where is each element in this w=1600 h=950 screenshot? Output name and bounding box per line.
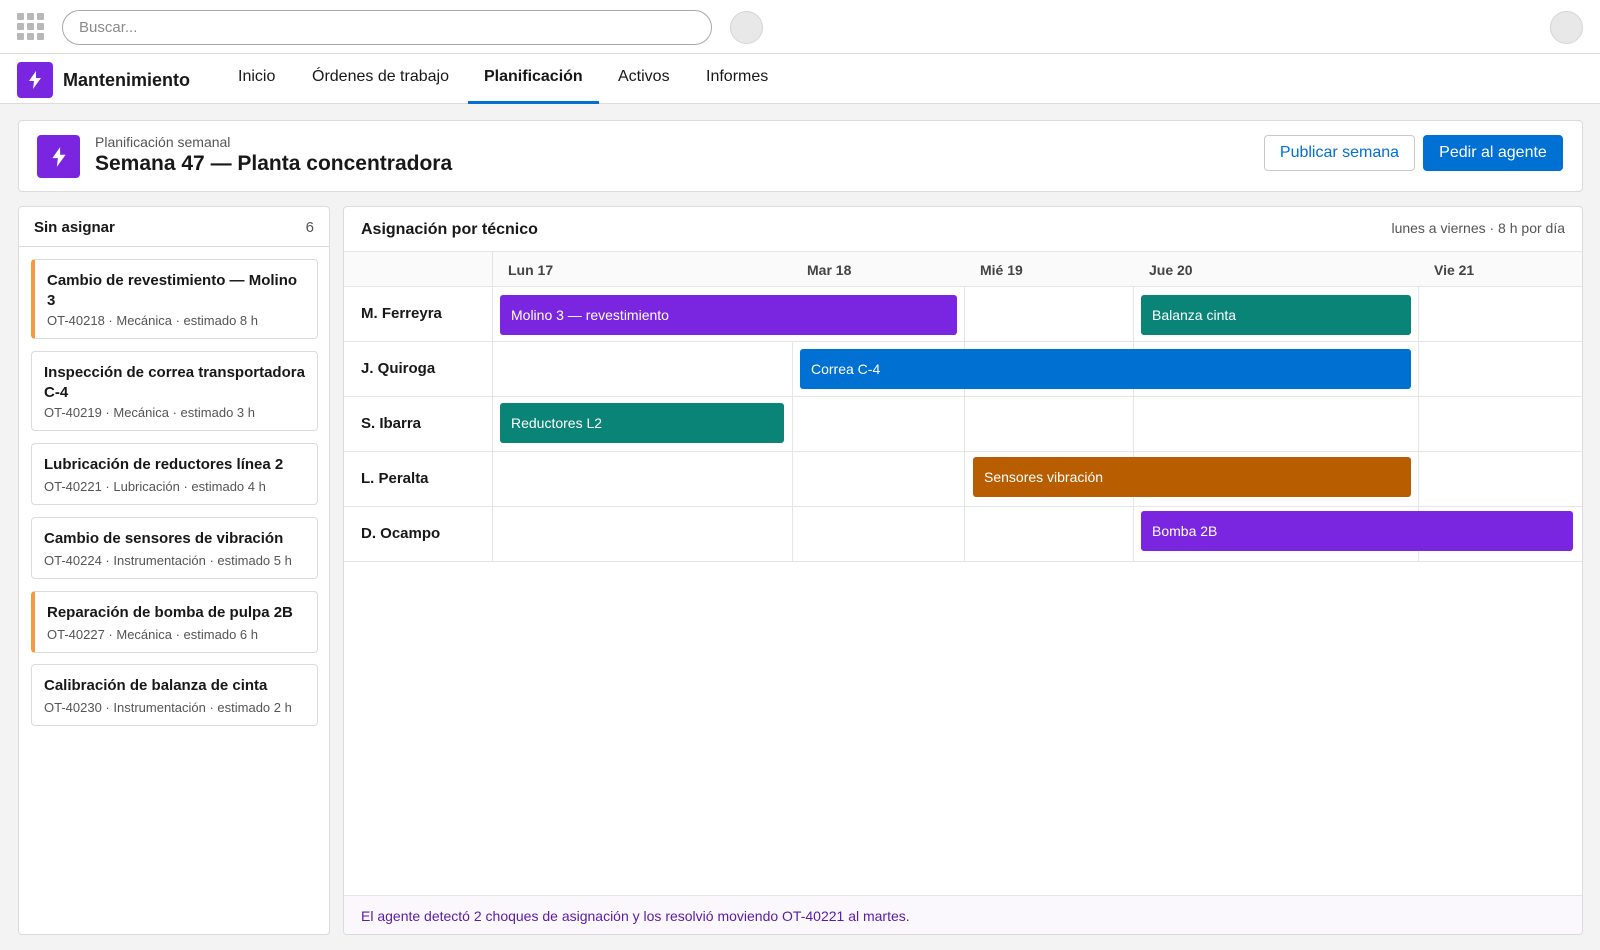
assignment-bar[interactable]: Bomba 2B	[1141, 511, 1573, 551]
unassigned-panel: Sin asignar 6 Cambio de revestimiento — …	[18, 206, 330, 935]
unassigned-header: Sin asignar 6	[19, 207, 329, 247]
work-order-card[interactable]: Lubricación de reductores línea 2 OT-402…	[31, 443, 318, 505]
schedule-title: Asignación por técnico	[361, 221, 538, 238]
technician-name: L. Peralta	[361, 470, 429, 487]
schedule-note: lunes a viernes · 8 h por día	[1391, 220, 1565, 236]
unassigned-title: Sin asignar	[34, 219, 115, 236]
tab-activos[interactable]: Activos	[602, 54, 686, 104]
lightning-icon	[17, 62, 53, 98]
work-order-card[interactable]: Cambio de revestimiento — Molino 3 OT-40…	[31, 259, 318, 339]
grid-divider	[792, 342, 793, 561]
avatar[interactable]	[1550, 11, 1583, 44]
work-order-card[interactable]: Calibración de balanza de cinta OT-40230…	[31, 664, 318, 726]
assignment-bar[interactable]: Sensores vibración	[973, 457, 1411, 497]
assignment-bar[interactable]: Balanza cinta	[1141, 295, 1411, 335]
agent-message: El agente detectó 2 choques de asignació…	[344, 895, 1582, 934]
technician-name: J. Quiroga	[361, 360, 436, 377]
app-launcher-icon[interactable]	[17, 13, 45, 41]
work-order-meta: OT-40219 · Mecánica · estimado 3 h	[44, 405, 255, 420]
work-order-meta: OT-40230 · Instrumentación · estimado 2 …	[44, 700, 292, 715]
work-order-title: Calibración de balanza de cinta	[44, 677, 268, 694]
lightning-icon	[37, 135, 80, 178]
assignment-bar[interactable]: Correa C-4	[800, 349, 1411, 389]
day-header: Mar 18	[807, 262, 852, 278]
app-nav-bar: Mantenimiento Inicio Órdenes de trabajo …	[0, 54, 1600, 104]
unassigned-count: 6	[305, 219, 314, 236]
work-order-meta: OT-40218 · Mecánica · estimado 8 h	[47, 313, 258, 328]
work-order-title: Cambio de revestimiento — Molino 3	[47, 272, 298, 309]
app-name: Mantenimiento	[63, 70, 191, 90]
search-input[interactable]	[62, 10, 712, 45]
page-title: Semana 47 — Planta concentradora	[95, 152, 453, 175]
schedule-grid: Lun 17 Mar 18 Mié 19 Jue 20 Vie 21 M. Fe…	[344, 251, 1582, 562]
work-order-meta: OT-40227 · Mecánica · estimado 6 h	[47, 627, 258, 642]
page-header: Planificación semanal Semana 47 — Planta…	[18, 120, 1583, 192]
grid-divider	[964, 287, 965, 561]
assignment-bar[interactable]: Reductores L2	[500, 403, 784, 443]
ask-agent-button[interactable]: Pedir al agente	[1423, 135, 1563, 171]
work-order-meta: OT-40221 · Lubricación · estimado 4 h	[44, 479, 266, 494]
work-order-title: Inspección de correa transportadora C-4	[44, 364, 305, 401]
work-order-title: Cambio de sensores de vibración	[44, 530, 284, 547]
assignment-bar[interactable]: Molino 3 — revestimiento	[500, 295, 957, 335]
quick-action-button[interactable]	[730, 11, 763, 44]
day-header: Lun 17	[508, 262, 554, 278]
grid-divider	[1133, 287, 1134, 561]
page-subtitle: Planificación semanal	[95, 134, 231, 150]
tab-inicio[interactable]: Inicio	[222, 54, 291, 104]
technician-name: S. Ibarra	[361, 415, 422, 432]
publish-week-button[interactable]: Publicar semana	[1264, 135, 1415, 171]
work-order-card[interactable]: Reparación de bomba de pulpa 2B OT-40227…	[31, 591, 318, 653]
day-header: Mié 19	[980, 262, 1023, 278]
tab-ordenes-de-trabajo[interactable]: Órdenes de trabajo	[296, 54, 465, 104]
tab-planificacion[interactable]: Planificación	[468, 54, 599, 104]
day-header: Vie 21	[1434, 262, 1475, 278]
global-header	[0, 0, 1600, 54]
tab-informes[interactable]: Informes	[690, 54, 784, 104]
work-order-card[interactable]: Cambio de sensores de vibración OT-40224…	[31, 517, 318, 579]
grid-divider	[492, 251, 493, 561]
work-order-meta: OT-40224 · Instrumentación · estimado 5 …	[44, 553, 292, 568]
technician-name: M. Ferreyra	[361, 305, 442, 322]
technician-name: D. Ocampo	[361, 525, 441, 542]
work-order-card[interactable]: Inspección de correa transportadora C-4 …	[31, 351, 318, 431]
schedule-panel: Asignación por técnico lunes a viernes ·…	[343, 206, 1583, 935]
work-order-title: Lubricación de reductores línea 2	[44, 456, 284, 473]
day-header-row: Lun 17 Mar 18 Mié 19 Jue 20 Vie 21	[344, 251, 1582, 287]
day-header: Jue 20	[1149, 262, 1193, 278]
work-order-title: Reparación de bomba de pulpa 2B	[47, 604, 293, 621]
